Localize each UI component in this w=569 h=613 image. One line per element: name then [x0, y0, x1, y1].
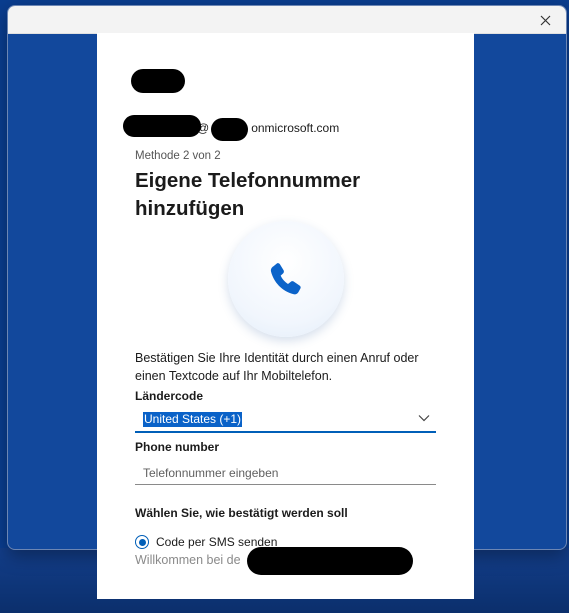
redacted-email-user: [123, 115, 201, 137]
redacted-welcome-org: [247, 547, 413, 575]
close-icon: [540, 15, 550, 25]
welcome-text: Willkommen bei de: [135, 553, 241, 567]
title-bar: [8, 6, 566, 34]
chevron-down-icon: [418, 415, 430, 422]
page-title: Eigene Telefonnummer hinzufügen: [135, 169, 361, 220]
description-text: Bestätigen Sie Ihre Identität durch eine…: [135, 351, 419, 383]
redacted-email-domain: [211, 118, 248, 141]
phone-icon: [270, 263, 301, 295]
phone-illustration: [228, 221, 344, 337]
sms-radio-button[interactable]: [135, 535, 149, 549]
close-button[interactable]: [530, 8, 560, 32]
country-code-value: United States (+1): [143, 412, 243, 427]
country-code-label: Ländercode: [135, 389, 204, 403]
phone-number-input[interactable]: [135, 461, 436, 485]
country-code-select[interactable]: United States (+1): [135, 409, 436, 433]
email-domain: onmicrosoft.com: [251, 121, 340, 135]
radio-selected-dot: [138, 538, 146, 546]
phone-number-label: Phone number: [135, 440, 220, 454]
redacted-name: [131, 69, 185, 93]
method-step: Methode 2 von 2: [135, 150, 221, 162]
verify-method-heading: Wählen Sie, wie bestätigt werden soll: [135, 506, 348, 520]
content-panel: @ onmicrosoft.com Methode 2 von 2 Eigene …: [97, 33, 474, 599]
